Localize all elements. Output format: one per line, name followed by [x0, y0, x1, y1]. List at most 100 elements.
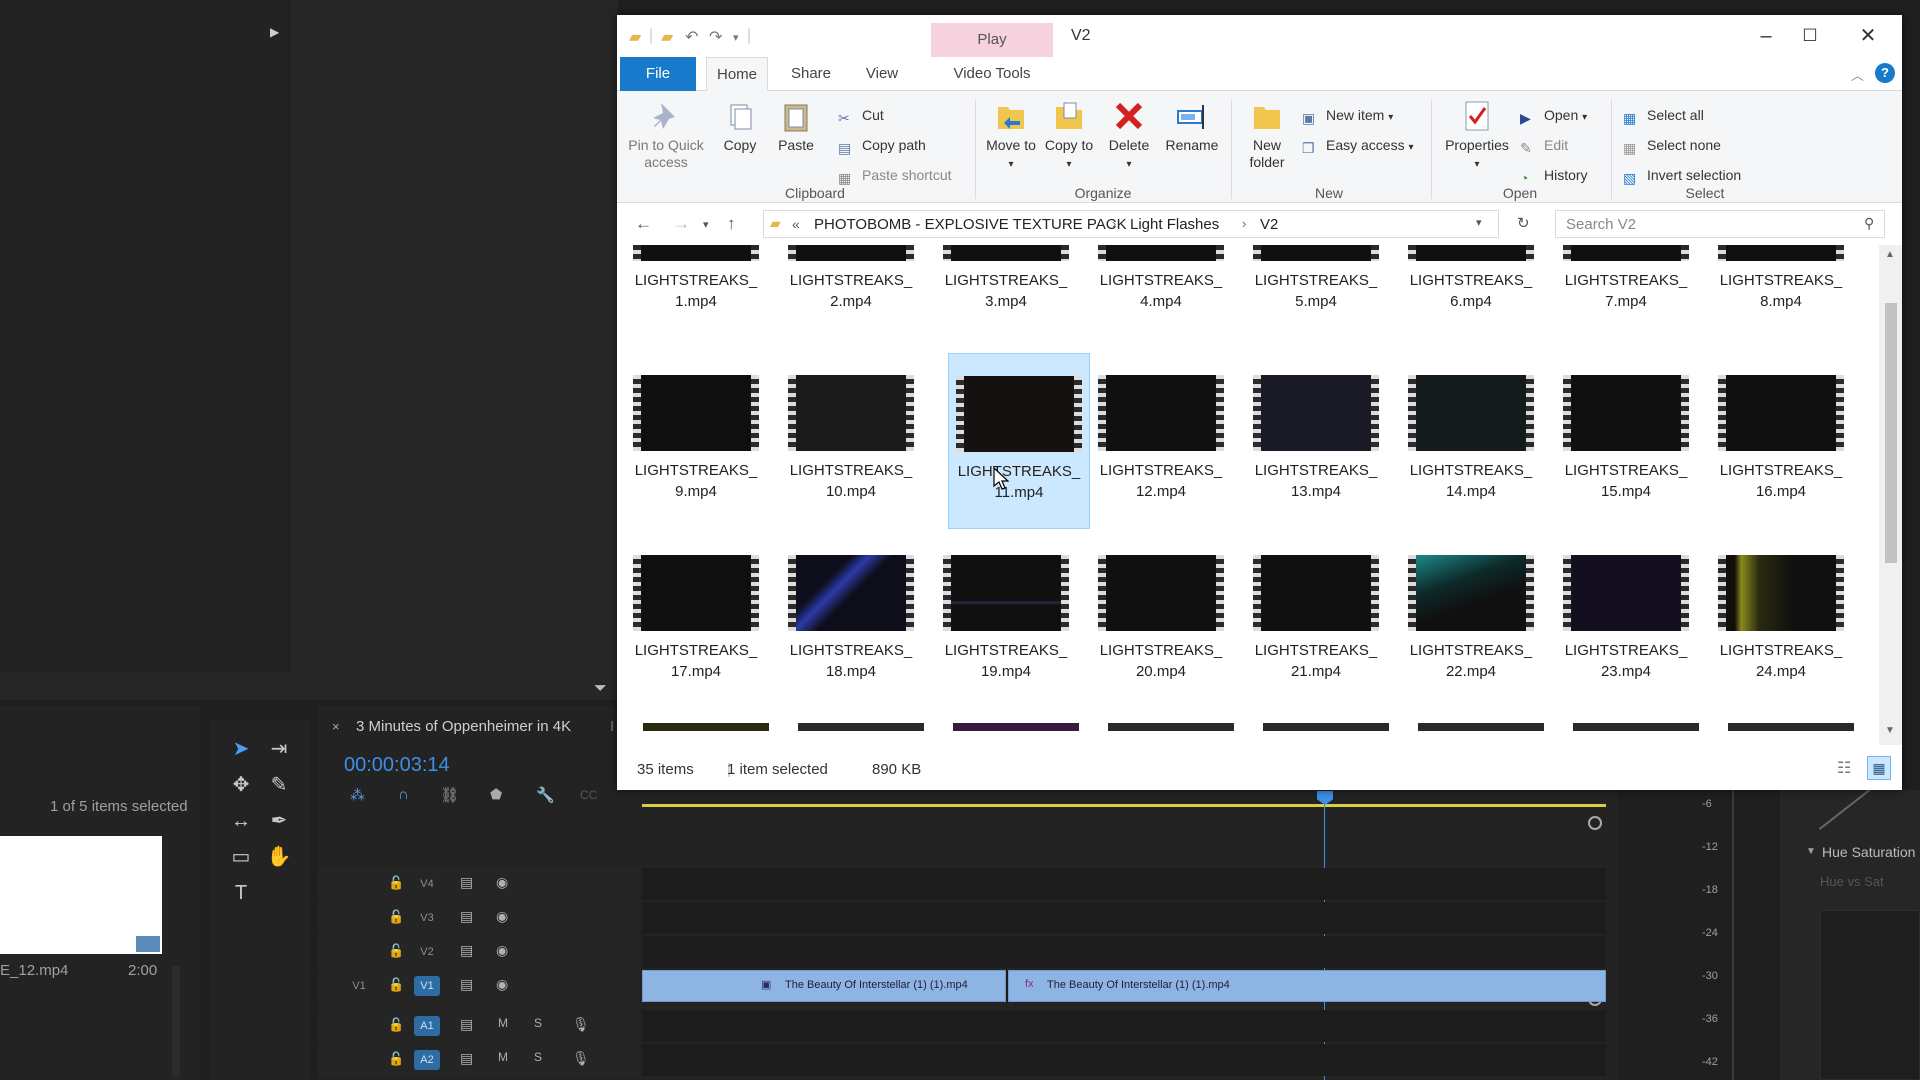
- undo-icon[interactable]: ↶: [685, 27, 698, 47]
- microphone-icon[interactable]: 🎙: [572, 1050, 590, 1067]
- list-item[interactable]: LIGHTSTREAKS_13.mp4: [1245, 353, 1387, 502]
- paste-button[interactable]: Paste: [771, 99, 821, 154]
- scroll-handle-icon[interactable]: [1588, 816, 1602, 830]
- list-item[interactable]: LIGHTSTREAKS_21.mp4: [1245, 533, 1387, 682]
- search-icon[interactable]: ⚲: [1864, 215, 1874, 232]
- scroll-thumb[interactable]: [1885, 303, 1897, 563]
- list-item[interactable]: LIGHTSTREAKS_3.mp4: [935, 245, 1077, 312]
- large-icons-view-icon[interactable]: ▦: [1867, 756, 1891, 780]
- scroll-up-icon[interactable]: ▲: [1885, 249, 1895, 260]
- collapse-ribbon-icon[interactable]: ︿: [1851, 65, 1864, 84]
- track-lane[interactable]: ▣ The Beauty Of Interstellar (1) (1).mp4…: [642, 970, 1606, 1002]
- track-lane[interactable]: [642, 1044, 1606, 1076]
- microphone-icon[interactable]: 🎙: [572, 1016, 590, 1033]
- list-item[interactable]: LIGHTSTREAKS_17.mp4: [625, 533, 767, 682]
- invert-selection-button[interactable]: ▧ Invert selection: [1623, 165, 1741, 186]
- easy-access-button[interactable]: ❐ Easy access ▾: [1302, 135, 1414, 158]
- redo-icon[interactable]: ↷: [709, 27, 722, 47]
- eye-icon[interactable]: ◉: [496, 874, 508, 891]
- minimize-button[interactable]: –: [1743, 21, 1789, 51]
- type-tool-icon[interactable]: T: [228, 880, 254, 906]
- effect-subsection[interactable]: Hue vs Sat: [1820, 874, 1884, 889]
- sync-lock-icon[interactable]: ▤: [460, 976, 473, 993]
- snap-icon[interactable]: ∩: [398, 786, 409, 803]
- list-item-selected[interactable]: LIGHTSTREAKS_11.mp4: [948, 353, 1090, 529]
- list-item[interactable]: LIGHTSTREAKS_6.mp4: [1400, 245, 1542, 312]
- breadcrumb-chevron-icon[interactable]: ›: [1242, 216, 1246, 231]
- back-icon[interactable]: ←: [635, 214, 652, 234]
- cut-button[interactable]: ✂ Cut: [838, 105, 884, 126]
- close-button[interactable]: ✕: [1845, 21, 1891, 51]
- breadcrumb-item[interactable]: PHOTOBOMB - EXPLOSIVE TEXTURE PACK: [814, 216, 1127, 233]
- lock-icon[interactable]: 🔓: [388, 943, 404, 959]
- track-name[interactable]: A1: [414, 1016, 440, 1036]
- sync-lock-icon[interactable]: ▤: [460, 1016, 473, 1033]
- lock-icon[interactable]: 🔓: [388, 1017, 404, 1033]
- bin-scrollbar[interactable]: [172, 966, 180, 1076]
- tab-video-tools[interactable]: Video Tools: [931, 57, 1053, 91]
- track-name[interactable]: A2: [414, 1050, 440, 1070]
- sync-lock-icon[interactable]: ▤: [460, 1050, 473, 1067]
- effect-section-title[interactable]: Hue Saturation: [1822, 844, 1915, 860]
- copy-path-button[interactable]: ▤ Copy path: [838, 135, 926, 156]
- timeline-clip[interactable]: fx The Beauty Of Interstellar (1) (1).mp…: [1008, 970, 1606, 1002]
- tab-home[interactable]: Home: [706, 57, 768, 92]
- track-name[interactable]: V4: [414, 874, 440, 894]
- eye-icon[interactable]: ◉: [496, 908, 508, 925]
- select-none-button[interactable]: ▦ Select none: [1623, 135, 1721, 156]
- list-item[interactable]: LIGHTSTREAKS_19.mp4: [935, 533, 1077, 682]
- list-item[interactable]: LIGHTSTREAKS_24.mp4: [1710, 533, 1852, 682]
- address-dropdown-icon[interactable]: ▾: [1476, 216, 1482, 229]
- tab-file[interactable]: File: [620, 57, 696, 91]
- refresh-icon[interactable]: ↻: [1517, 214, 1530, 232]
- breadcrumb-item[interactable]: Light Flashes: [1130, 216, 1219, 233]
- track-name[interactable]: V1: [414, 976, 440, 996]
- help-icon[interactable]: ?: [1875, 63, 1895, 83]
- breadcrumb-item[interactable]: V2: [1260, 216, 1278, 233]
- copy-button[interactable]: Copy: [715, 99, 765, 154]
- captions-icon[interactable]: CC: [580, 788, 597, 802]
- mute-button[interactable]: M: [498, 1016, 508, 1030]
- new-item-button[interactable]: ▣ New item ▾: [1302, 105, 1393, 128]
- razor-tool-icon[interactable]: ✎: [266, 772, 292, 798]
- properties-button[interactable]: Properties ▾: [1437, 99, 1517, 173]
- list-item[interactable]: LIGHTSTREAKS_20.mp4: [1090, 533, 1232, 682]
- scroll-down-icon[interactable]: ▼: [1885, 725, 1895, 736]
- list-item[interactable]: LIGHTSTREAKS_5.mp4: [1245, 245, 1387, 312]
- clip-thumbnail[interactable]: [0, 836, 162, 954]
- track-lane[interactable]: [642, 902, 1606, 934]
- filter-icon[interactable]: ⏷: [594, 680, 607, 698]
- list-item[interactable]: LIGHTSTREAKS_23.mp4: [1555, 533, 1697, 682]
- mute-button[interactable]: M: [498, 1050, 508, 1064]
- eye-icon[interactable]: ◉: [496, 976, 508, 993]
- linked-selection-icon[interactable]: ⛓: [440, 786, 459, 804]
- list-item[interactable]: LIGHTSTREAKS_9.mp4: [625, 353, 767, 502]
- sequence-tab[interactable]: 3 Minutes of Oppenheimer in 4K: [356, 718, 571, 735]
- nest-toggle-icon[interactable]: ⁂: [350, 786, 365, 804]
- lock-icon[interactable]: 🔓: [388, 909, 404, 925]
- play-contextual-tab[interactable]: Play: [931, 23, 1053, 57]
- source-patch[interactable]: V1: [346, 976, 372, 996]
- recent-locations-icon[interactable]: ▾: [703, 218, 709, 231]
- list-item[interactable]: LIGHTSTREAKS_8.mp4: [1710, 245, 1852, 312]
- track-name[interactable]: V2: [414, 942, 440, 962]
- list-item[interactable]: LIGHTSTREAKS_22.mp4: [1400, 533, 1542, 682]
- breadcrumb-overflow[interactable]: «: [792, 216, 800, 232]
- list-item[interactable]: LIGHTSTREAKS_2.mp4: [780, 245, 922, 312]
- track-lane[interactable]: [642, 1010, 1606, 1042]
- paste-shortcut-button[interactable]: ▦ Paste shortcut: [838, 165, 952, 186]
- up-icon[interactable]: ↑: [727, 214, 736, 234]
- copy-to-button[interactable]: Copy to ▾: [1041, 99, 1097, 173]
- move-to-button[interactable]: Move to ▾: [983, 99, 1039, 173]
- timeline-clip[interactable]: ▣ The Beauty Of Interstellar (1) (1).mp4: [642, 970, 1006, 1002]
- sync-lock-icon[interactable]: ▤: [460, 942, 473, 959]
- solo-button[interactable]: S: [534, 1016, 542, 1030]
- list-item[interactable]: LIGHTSTREAKS_15.mp4: [1555, 353, 1697, 502]
- panel-menu-arrow-icon[interactable]: ▶: [270, 25, 279, 39]
- track-select-tool-icon[interactable]: ⇥: [266, 736, 292, 762]
- new-folder-button[interactable]: New folder: [1239, 99, 1295, 171]
- history-button[interactable]: ◔ History: [1520, 165, 1588, 186]
- select-all-button[interactable]: ▦ Select all: [1623, 105, 1704, 126]
- tab-view[interactable]: View: [853, 57, 911, 91]
- timeline-settings-icon[interactable]: 🔧: [536, 786, 555, 804]
